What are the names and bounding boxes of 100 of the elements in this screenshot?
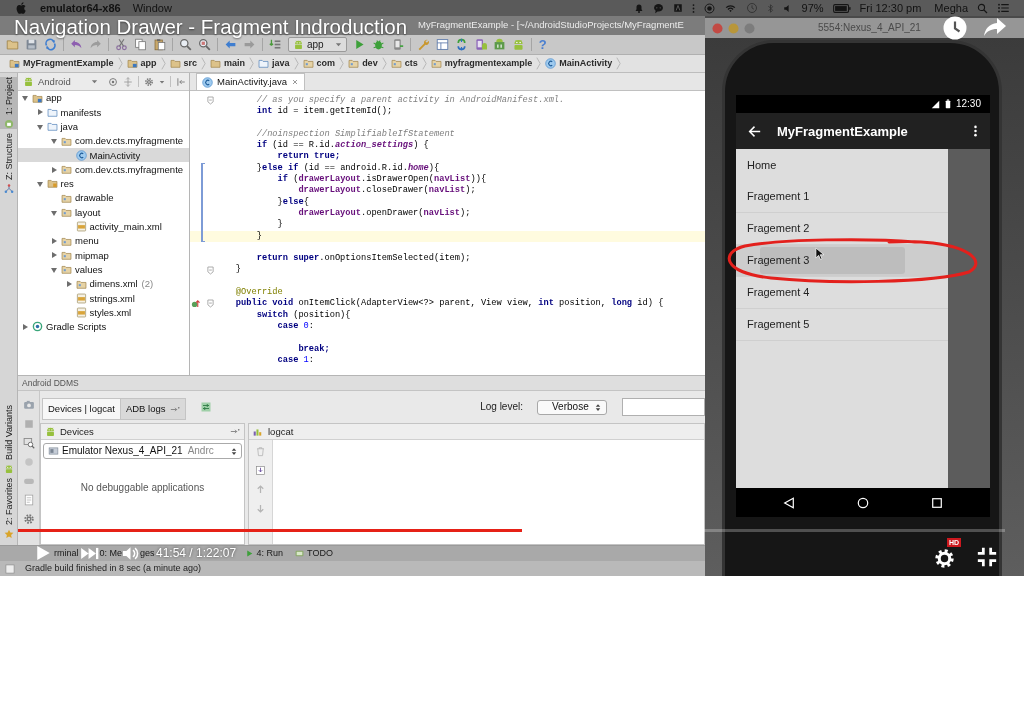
tab[interactable]: ADB logs bbox=[120, 398, 186, 420]
fold-icon[interactable] bbox=[207, 299, 214, 309]
breadcrumb[interactable]: com bbox=[302, 58, 336, 69]
sync-icon[interactable] bbox=[44, 38, 57, 51]
tree-arrow-icon[interactable] bbox=[21, 94, 29, 103]
import-icon[interactable] bbox=[255, 465, 266, 476]
window-zoom-icon[interactable] bbox=[744, 22, 755, 34]
trash-icon[interactable] bbox=[255, 446, 266, 457]
speech-bubble-icon[interactable] bbox=[652, 2, 664, 14]
tool-tab[interactable]: ges bbox=[140, 549, 155, 558]
tree-item[interactable]: res bbox=[35, 176, 74, 192]
bug-icon[interactable] bbox=[371, 38, 385, 51]
apple-icon[interactable] bbox=[16, 2, 26, 14]
editor-tab[interactable]: MainActivity.java bbox=[196, 73, 306, 90]
tree-item[interactable]: app bbox=[21, 91, 62, 106]
side-tab[interactable]: Z: Structure bbox=[0, 133, 18, 195]
volume-icon[interactable] bbox=[122, 546, 139, 561]
tree-arrow-icon[interactable] bbox=[35, 108, 44, 117]
arrows-icon[interactable] bbox=[199, 401, 212, 413]
breadcrumb[interactable]: dev bbox=[348, 58, 378, 69]
tree-item[interactable]: strings.xml bbox=[64, 291, 135, 306]
collapse-icon[interactable] bbox=[176, 76, 186, 87]
share-icon[interactable] bbox=[983, 17, 1007, 37]
project-view-dropdown[interactable]: Android bbox=[23, 76, 98, 87]
tree-arrow-icon[interactable] bbox=[35, 179, 44, 188]
gear-icon[interactable] bbox=[22, 513, 35, 525]
drawer-item[interactable]: Fragement 3 bbox=[736, 245, 948, 277]
up-arrow-icon[interactable] bbox=[255, 484, 266, 495]
tool-tab[interactable]: 0: Me bbox=[99, 549, 123, 558]
tree-arrow-icon[interactable] bbox=[64, 280, 73, 288]
target-icon[interactable] bbox=[108, 76, 118, 87]
side-tab[interactable]: Build Variants bbox=[0, 405, 18, 474]
bluetooth-icon[interactable] bbox=[766, 2, 774, 14]
next-icon[interactable] bbox=[80, 547, 99, 560]
breadcrumb[interactable]: src bbox=[169, 58, 198, 69]
tree-arrow-icon[interactable] bbox=[35, 122, 44, 131]
tree-item[interactable]: menu bbox=[50, 233, 99, 249]
grid-icon[interactable] bbox=[435, 38, 449, 51]
tree-item[interactable]: dimens.xml (2) bbox=[64, 276, 154, 292]
side-tab[interactable]: 2: Favorites bbox=[0, 477, 18, 539]
list-icon[interactable] bbox=[997, 2, 1010, 14]
tool-tab[interactable]: rminal bbox=[54, 549, 79, 558]
tree-arrow-icon[interactable] bbox=[21, 322, 29, 331]
breadcrumb[interactable]: myfragmentexample bbox=[430, 58, 533, 69]
search-icon[interactable] bbox=[179, 38, 192, 51]
fold-icon[interactable] bbox=[207, 265, 214, 275]
search-field[interactable] bbox=[622, 398, 705, 416]
breadcrumb[interactable]: app bbox=[126, 58, 157, 69]
recent-apps-icon[interactable] bbox=[931, 496, 943, 509]
gradle-sync-icon[interactable] bbox=[454, 38, 468, 51]
android-box-icon[interactable] bbox=[492, 38, 506, 51]
exit-fullscreen-icon[interactable] bbox=[976, 546, 998, 568]
tree-arrow-icon[interactable] bbox=[50, 208, 58, 217]
back-arrow-icon[interactable] bbox=[748, 124, 761, 138]
play-icon[interactable] bbox=[36, 545, 51, 561]
tree-item[interactable]: MainActivity bbox=[64, 148, 141, 163]
breadcrumb[interactable]: java bbox=[258, 58, 290, 69]
breadcrumb[interactable]: main bbox=[210, 58, 246, 69]
back-icon[interactable] bbox=[783, 496, 795, 509]
settings-icon[interactable] bbox=[934, 548, 955, 569]
battery-icon[interactable] bbox=[832, 3, 851, 13]
down-arrow-icon[interactable] bbox=[255, 503, 266, 514]
breadcrumb[interactable]: MyFragmentExample bbox=[9, 58, 114, 69]
tree-item[interactable]: styles.xml bbox=[64, 305, 132, 320]
tree-item[interactable]: values bbox=[50, 262, 103, 277]
scissors-icon[interactable] bbox=[115, 38, 128, 51]
tab[interactable]: Devices | logcat bbox=[42, 398, 121, 420]
side-tab[interactable]: 1: Project bbox=[0, 77, 18, 130]
tree-arrow-icon[interactable] bbox=[50, 165, 58, 174]
bell-icon[interactable] bbox=[633, 2, 644, 14]
close-icon[interactable] bbox=[291, 78, 300, 86]
tree-arrow-icon[interactable] bbox=[50, 237, 58, 246]
folder-icon[interactable] bbox=[6, 38, 19, 51]
tree-item[interactable]: com.dev.cts.myfragmente bbox=[50, 133, 184, 149]
search-replace-icon[interactable] bbox=[198, 38, 211, 51]
tool-tab[interactable]: 4: Run bbox=[244, 549, 284, 558]
split-arrows-icon[interactable] bbox=[123, 76, 133, 87]
wifi-icon[interactable] bbox=[723, 2, 737, 14]
screen-zoom-icon[interactable] bbox=[22, 437, 35, 449]
tree-arrow-icon[interactable] bbox=[50, 265, 58, 274]
tree-item[interactable]: Gradle Scripts bbox=[21, 319, 107, 335]
search-icon[interactable] bbox=[977, 2, 988, 14]
forward-arrow-icon[interactable] bbox=[243, 38, 256, 51]
phone-android-icon[interactable] bbox=[473, 38, 487, 51]
device-dropdown[interactable]: Emulator Nexus_4_API_21 Andrc bbox=[43, 443, 242, 459]
tree-arrow-icon[interactable] bbox=[50, 251, 58, 260]
paste-icon[interactable] bbox=[153, 38, 166, 51]
progress-track[interactable] bbox=[18, 529, 1005, 532]
caret-down-icon[interactable] bbox=[159, 78, 165, 85]
drawer-item[interactable]: Home bbox=[736, 149, 948, 181]
build-icon[interactable] bbox=[269, 38, 282, 51]
camera-icon[interactable] bbox=[22, 399, 35, 411]
document-icon[interactable] bbox=[22, 494, 35, 506]
window-close-icon[interactable] bbox=[712, 22, 723, 34]
square-logo-icon[interactable] bbox=[672, 3, 683, 13]
override-marker-icon[interactable] bbox=[191, 299, 200, 309]
tree-item[interactable]: activity_main.xml bbox=[64, 219, 162, 234]
run-config-dropdown[interactable]: app bbox=[288, 37, 347, 52]
log-level-dropdown[interactable]: Verbose bbox=[537, 399, 607, 415]
breadcrumb[interactable]: MainActivity bbox=[545, 58, 613, 69]
